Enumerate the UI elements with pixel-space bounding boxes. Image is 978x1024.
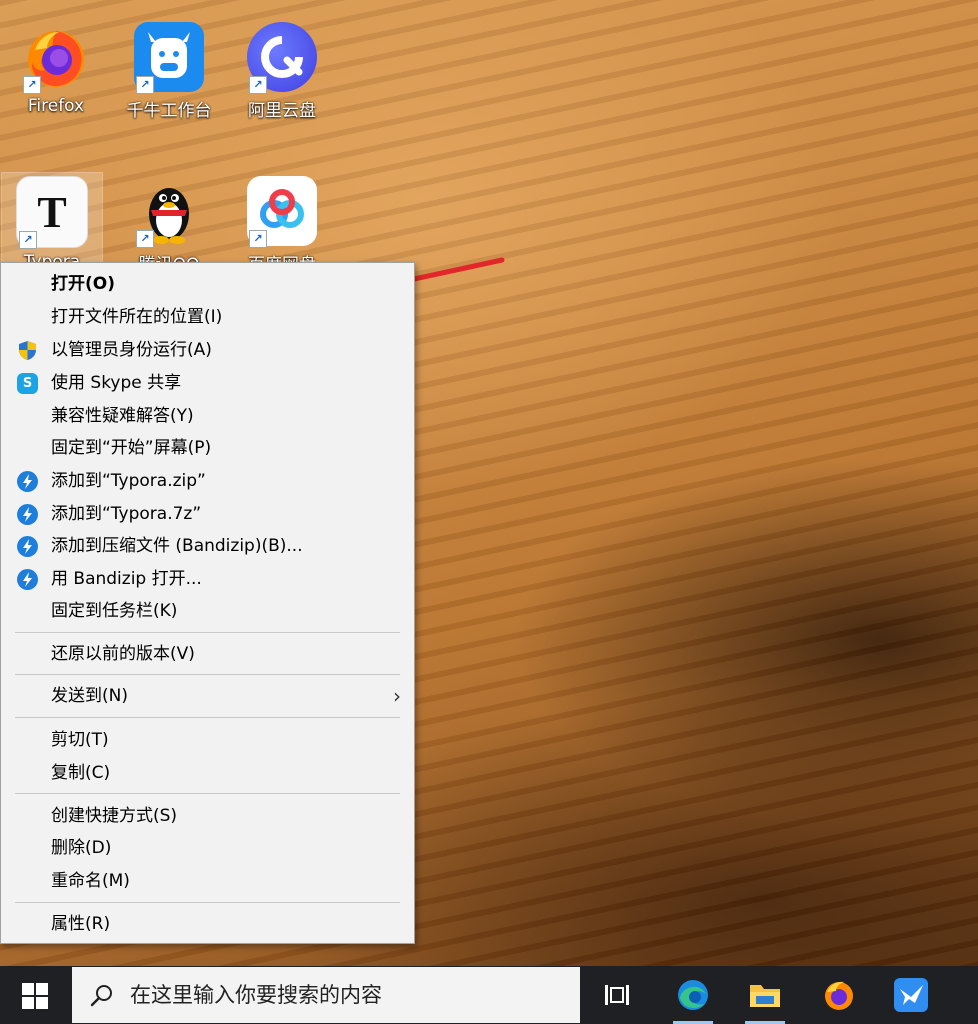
menu-item-restore-versions[interactable]: 还原以前的版本(V) [2, 638, 413, 670]
menu-item-label: 兼容性疑难解答(Y) [51, 406, 194, 426]
menu-item-label: 固定到“开始”屏幕(P) [51, 438, 212, 458]
shortcut-arrow-icon: ↗ [249, 230, 267, 248]
taskbar: 在这里输入你要搜索的内容 [0, 966, 978, 1024]
feishu-icon [894, 978, 928, 1012]
menu-separator [15, 717, 400, 718]
menu-separator [15, 674, 400, 675]
menu-item-share-skype[interactable]: S 使用 Skype 共享 [2, 367, 413, 399]
desktop-icon-aliyun-drive[interactable]: ↗ 阿里云盘 [232, 22, 332, 121]
edge-icon [678, 980, 708, 1010]
menu-item-delete[interactable]: 删除(D) [2, 832, 413, 864]
menu-item-label: 以管理员身份运行(A) [51, 340, 212, 360]
menu-item-label: 添加到压缩文件 (Bandizip)(B)... [51, 536, 303, 556]
menu-item-copy[interactable]: 复制(C) [2, 757, 413, 789]
menu-item-label: 用 Bandizip 打开... [51, 569, 202, 589]
search-icon [90, 985, 112, 1007]
shortcut-arrow-icon: ↗ [136, 230, 154, 248]
taskbar-search-box[interactable]: 在这里输入你要搜索的内容 [72, 967, 580, 1023]
menu-item-label: 删除(D) [51, 838, 112, 858]
desktop-icon-label: 阿里云盘 [248, 101, 316, 121]
menu-item-rename[interactable]: 重命名(M) [2, 865, 413, 897]
qq-penguin-icon: ↗ [134, 176, 204, 248]
windows-logo-icon [22, 983, 34, 995]
skype-icon: S [17, 373, 38, 394]
desktop-icon-label: 千牛工作台 [126, 101, 212, 121]
menu-item-add-zip[interactable]: 添加到“Typora.zip” [2, 465, 413, 497]
desktop-icon-typora[interactable]: T ↗ Typora [1, 172, 103, 272]
menu-item-troubleshoot[interactable]: 兼容性疑难解答(Y) [2, 400, 413, 432]
menu-item-create-shortcut[interactable]: 创建快捷方式(S) [2, 800, 413, 832]
taskbar-edge[interactable] [664, 966, 722, 1024]
menu-item-open-location[interactable]: 打开文件所在的位置(I) [2, 301, 413, 333]
menu-item-label: 添加到“Typora.zip” [51, 471, 206, 491]
menu-item-pin-taskbar[interactable]: 固定到任务栏(K) [2, 595, 413, 627]
menu-item-open[interactable]: 打开(O) [2, 268, 413, 300]
uac-shield-icon [17, 340, 38, 361]
menu-item-label: 还原以前的版本(V) [51, 644, 195, 664]
menu-item-add-7z[interactable]: 添加到“Typora.7z” [2, 498, 413, 530]
shortcut-arrow-icon: ↗ [136, 76, 154, 94]
menu-separator [15, 632, 400, 633]
taskbar-file-explorer[interactable] [736, 966, 794, 1024]
firefox-icon [825, 981, 853, 1010]
baidu-netdisk-icon: ↗ [247, 176, 317, 248]
shortcut-arrow-icon: ↗ [23, 76, 41, 94]
desktop-icon-firefox[interactable]: ↗ Firefox [6, 22, 106, 116]
bandizip-icon [17, 471, 38, 492]
menu-item-label: 发送到(N) [51, 686, 128, 706]
menu-item-pin-start[interactable]: 固定到“开始”屏幕(P) [2, 432, 413, 464]
menu-item-label: 复制(C) [51, 763, 111, 783]
taskbar-feishu[interactable] [882, 966, 940, 1024]
shortcut-arrow-icon: ↗ [249, 76, 267, 94]
menu-item-properties[interactable]: 属性(R) [2, 908, 413, 940]
menu-item-label: 重命名(M) [51, 871, 130, 891]
menu-item-send-to[interactable]: 发送到(N) › [2, 680, 413, 712]
bandizip-icon [17, 569, 38, 590]
menu-item-add-archive[interactable]: 添加到压缩文件 (Bandizip)(B)... [2, 530, 413, 562]
task-view-icon [605, 985, 629, 1005]
menu-item-label: 属性(R) [51, 914, 111, 934]
task-view-button[interactable] [588, 966, 646, 1024]
aliyun-drive-icon: ↗ [247, 22, 317, 94]
chevron-right-icon: › [393, 684, 401, 708]
bandizip-icon [17, 504, 38, 525]
menu-separator [15, 902, 400, 903]
menu-item-label: 剪切(T) [51, 730, 109, 750]
menu-item-label: 添加到“Typora.7z” [51, 504, 202, 524]
menu-item-label: 使用 Skype 共享 [51, 373, 182, 393]
menu-item-label: 创建快捷方式(S) [51, 806, 178, 826]
typora-icon: T ↗ [16, 176, 88, 249]
start-button[interactable] [22, 983, 48, 1009]
menu-item-label: 固定到任务栏(K) [51, 601, 178, 621]
desktop-icon-qianniu[interactable]: ↗ 千牛工作台 [119, 22, 219, 121]
menu-item-cut[interactable]: 剪切(T) [2, 724, 413, 756]
file-explorer-icon [750, 985, 780, 1007]
qianniu-icon: ↗ [134, 22, 204, 94]
menu-item-label: 打开文件所在的位置(I) [51, 307, 223, 327]
svg-text:T: T [37, 188, 66, 237]
desktop-icon-label: Firefox [27, 96, 85, 116]
menu-item-open-bandizip[interactable]: 用 Bandizip 打开... [2, 563, 413, 595]
taskbar-firefox[interactable] [810, 966, 868, 1024]
search-placeholder: 在这里输入你要搜索的内容 [130, 983, 382, 1007]
firefox-icon: ↗ [21, 22, 91, 94]
menu-item-label: 打开(O) [51, 274, 115, 294]
context-menu: 打开(O) 打开文件所在的位置(I) 以管理员身份运行(A) S 使用 Skyp… [0, 262, 415, 944]
desktop-icon-qq[interactable]: ↗ 腾讯QQ [119, 176, 219, 275]
menu-item-run-as-admin[interactable]: 以管理员身份运行(A) [2, 334, 413, 366]
shortcut-arrow-icon: ↗ [19, 231, 37, 249]
bandizip-icon [17, 536, 38, 557]
menu-separator [15, 793, 400, 794]
